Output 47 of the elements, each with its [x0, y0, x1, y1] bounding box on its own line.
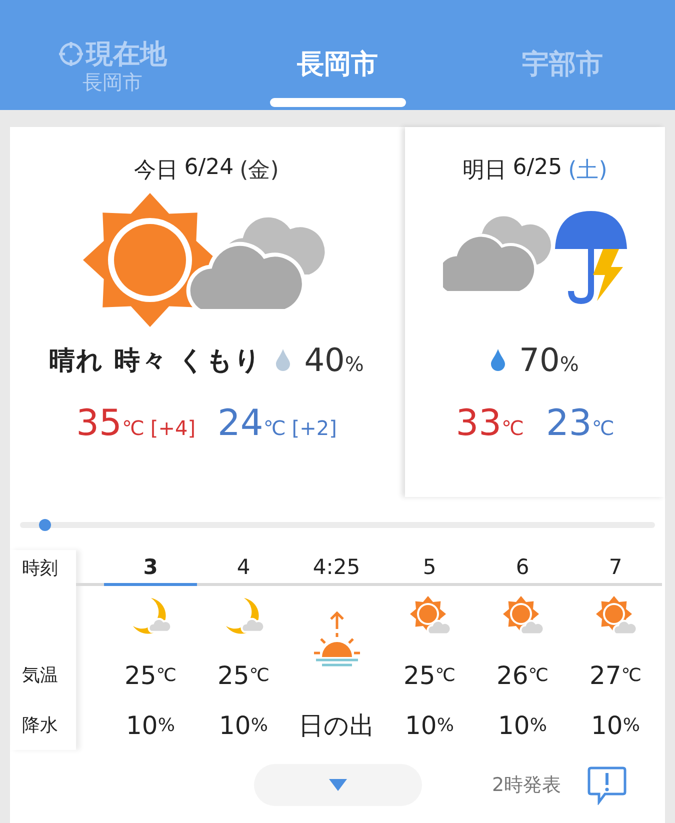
- hour-temperature: 26℃: [496, 660, 549, 692]
- hour-temperature: 25℃: [124, 660, 177, 692]
- hour-temperature: 25℃: [403, 660, 456, 692]
- hour-precipitation: 10%: [126, 710, 175, 742]
- hour-tab[interactable]: 3: [104, 550, 197, 586]
- feedback-icon: [587, 765, 628, 805]
- day-weekday: (金): [240, 157, 279, 185]
- precipitation-chance: 40%: [304, 341, 364, 379]
- timeline-slider[interactable]: [20, 522, 655, 528]
- precipitation-chance: 70%: [519, 341, 579, 379]
- feedback-button[interactable]: [587, 765, 628, 805]
- row-label: 時刻: [21, 557, 59, 581]
- hour-tab[interactable]: 4:25: [290, 550, 383, 586]
- hour-precipitation: 10%: [219, 710, 268, 742]
- low-temperature: 23℃: [546, 403, 614, 444]
- day-weekday: (土): [568, 157, 608, 185]
- location-crosshair-icon: [58, 41, 84, 67]
- issued-time: 2時発表: [492, 773, 562, 798]
- hour-tab[interactable]: 5: [383, 550, 476, 586]
- row-label: 気温: [21, 664, 59, 688]
- tab-sublabel: 長岡市: [82, 72, 142, 92]
- hour-precipitation: 10%: [591, 710, 640, 742]
- high-temperature: 33℃: [456, 403, 524, 444]
- day-label: 今日: [134, 157, 178, 185]
- weather-condition: 晴れ 時々 くもり: [49, 344, 262, 378]
- high-temperature: 35℃: [76, 403, 144, 444]
- day-date: 6/24: [184, 155, 234, 182]
- day-panel[interactable]: 明日 6/25 (土) 70% 33℃ 23℃: [405, 127, 665, 497]
- hour-tab[interactable]: 6: [476, 550, 569, 586]
- caret-down-icon: [329, 779, 347, 791]
- high-temperature-change: [+4]: [150, 416, 196, 440]
- hour-precipitation: 10%: [498, 710, 547, 742]
- hour-tab[interactable]: 7: [569, 550, 662, 586]
- tab-label: 長岡市: [297, 48, 378, 82]
- tab-label: 現在地: [86, 38, 167, 72]
- hour-precipitation: 10%: [405, 710, 454, 742]
- hour-temperature: 25℃: [217, 660, 270, 692]
- day-label: 明日: [462, 157, 507, 185]
- hour-tab[interactable]: 4: [197, 550, 290, 586]
- sunrise-label: 日の出: [298, 710, 374, 742]
- tab-label: 宇部市: [522, 48, 603, 82]
- slider-thumb[interactable]: [39, 519, 52, 531]
- row-label: 降水: [21, 714, 59, 738]
- hour-temperature: 27℃: [589, 660, 642, 692]
- low-temperature-change: [+2]: [292, 416, 337, 440]
- low-temperature: 24℃: [218, 403, 286, 444]
- day-date: 6/25: [512, 155, 562, 182]
